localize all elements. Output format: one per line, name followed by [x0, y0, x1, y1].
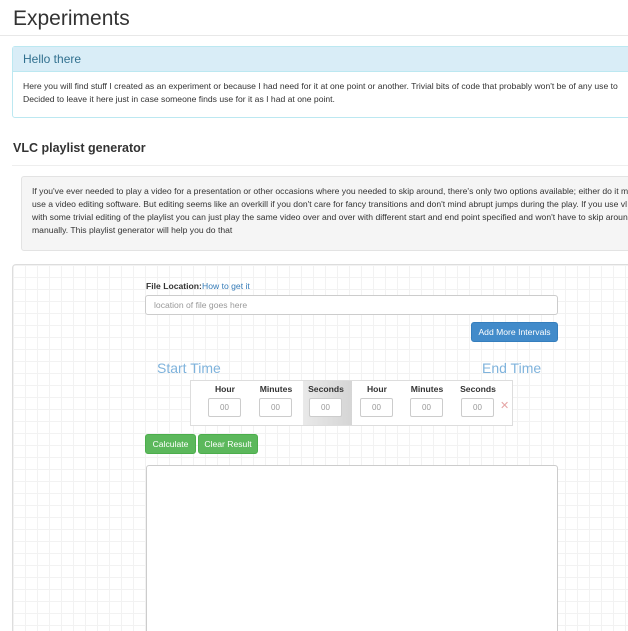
end-minutes-label: Minutes [410, 384, 444, 394]
description-line-2: use a video editing software. But editin… [32, 199, 627, 209]
file-location-label: File Location: [146, 281, 202, 291]
clear-result-button[interactable]: Clear Result [198, 434, 258, 454]
intro-panel-heading: Hello there [13, 47, 628, 72]
intro-panel-body: Here you will find stuff I created as an… [13, 72, 628, 114]
file-location-input[interactable] [145, 295, 558, 315]
intro-line-1: Here you will find stuff I created as an… [23, 81, 618, 91]
end-hour-input[interactable] [360, 398, 393, 417]
description-line-4: manually. This playlist generator will h… [32, 225, 233, 235]
start-minutes-input[interactable] [259, 398, 292, 417]
start-minutes-label: Minutes [259, 384, 293, 394]
page-title: Experiments [13, 7, 130, 30]
end-minutes-input[interactable] [410, 398, 443, 417]
start-hour-input[interactable] [208, 398, 241, 417]
close-icon[interactable]: ✕ [500, 399, 509, 412]
start-seconds-label: Seconds [308, 384, 344, 394]
description-well: If you've ever needed to play a video fo… [21, 176, 628, 251]
end-seconds-label: Seconds [460, 384, 496, 394]
section-title: VLC playlist generator [13, 141, 146, 155]
start-time-heading: Start Time [157, 360, 221, 376]
description-line-3: with some trivial editing of the playlis… [32, 212, 628, 222]
start-seconds-input[interactable] [309, 398, 342, 417]
start-hour-label: Hour [214, 384, 236, 394]
intro-line-2: Decided to leave it here just in case so… [23, 94, 335, 104]
how-to-get-it-link[interactable]: How to get it [202, 281, 250, 291]
title-divider [0, 35, 628, 36]
calculate-button[interactable]: Calculate [145, 434, 196, 454]
add-more-intervals-button[interactable]: Add More Intervals [471, 322, 558, 342]
end-hour-label: Hour [366, 384, 388, 394]
section-divider [12, 165, 628, 166]
result-textarea[interactable] [146, 465, 558, 631]
end-time-heading: End Time [482, 360, 542, 376]
description-line-1: If you've ever needed to play a video fo… [32, 186, 628, 196]
intro-panel: Hello there Here you will find stuff I c… [12, 46, 628, 118]
end-seconds-input[interactable] [461, 398, 494, 417]
